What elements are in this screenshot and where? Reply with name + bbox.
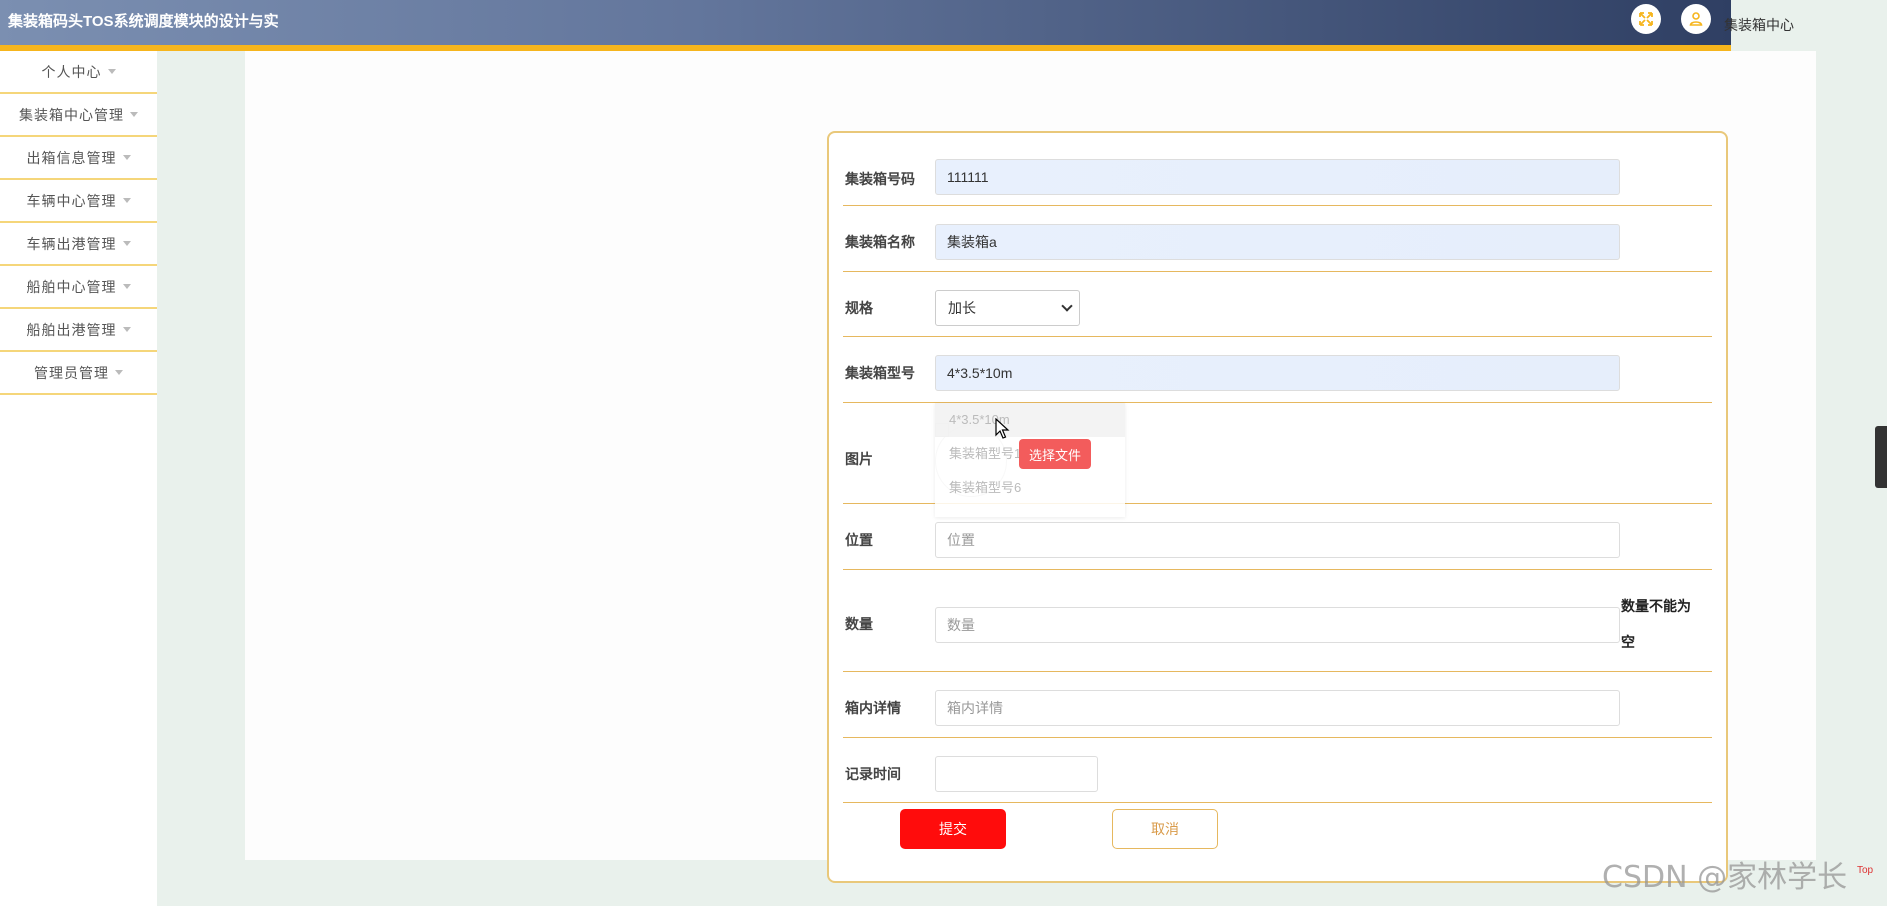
sidebar-item-personal-center[interactable]: 个人中心 xyxy=(0,51,157,94)
autocomplete-option[interactable]: 集装箱型号6 xyxy=(935,471,1125,505)
container-name-input[interactable] xyxy=(935,224,1620,260)
spec-select[interactable]: 加长 xyxy=(935,290,1080,326)
sidebar-item-label: 车辆中心管理 xyxy=(26,192,117,209)
form-row-record-time: 记录时间 xyxy=(843,738,1712,803)
caret-down-icon xyxy=(122,327,131,332)
caret-down-icon xyxy=(122,198,131,203)
field-label: 规格 xyxy=(845,300,873,316)
submit-button[interactable]: 提交 xyxy=(900,809,1006,849)
caret-down-icon xyxy=(122,284,131,289)
top-bar: 集装箱码头TOS系统调度模块的设计与实 xyxy=(0,0,1731,45)
fullscreen-button[interactable] xyxy=(1631,4,1661,34)
field-label: 集装箱型号 xyxy=(845,365,915,381)
app-title: 集装箱码头TOS系统调度模块的设计与实 xyxy=(8,13,279,30)
mouse-cursor-icon xyxy=(995,418,1010,439)
form-row-container-name: 集装箱名称 xyxy=(843,206,1712,272)
sidebar-item-label: 集装箱中心管理 xyxy=(19,106,124,123)
field-label: 位置 xyxy=(845,532,873,548)
form-row-container-code: 集装箱号码 xyxy=(843,133,1712,206)
sidebar-item-admin[interactable]: 管理员管理 xyxy=(0,352,157,395)
quantity-error-text: 数量不能为 xyxy=(1621,598,1691,614)
spec-selected-value: 加长 xyxy=(948,300,976,316)
expand-icon xyxy=(1639,12,1653,26)
field-label: 集装箱号码 xyxy=(845,171,915,187)
autocomplete-option[interactable]: 4*3.5*10m xyxy=(935,403,1125,437)
sidebar-item-label: 车辆出港管理 xyxy=(26,235,117,252)
field-label: 数量 xyxy=(845,616,873,632)
field-label: 集装箱名称 xyxy=(845,234,915,250)
form-row-model: 集装箱型号 xyxy=(843,337,1712,403)
form-row-details: 箱内详情 xyxy=(843,672,1712,738)
container-form: 集装箱号码 集装箱名称 规格 加长 集装箱型号 图片 4*3.5*10m 集装箱… xyxy=(827,131,1728,883)
watermark: CSDN @家林学长 xyxy=(1602,860,1848,895)
chevron-down-icon xyxy=(1061,300,1073,312)
quantity-input[interactable] xyxy=(935,607,1620,643)
user-icon xyxy=(1689,12,1703,26)
quantity-error-text-cont: 空 xyxy=(1621,634,1635,650)
sidebar-item-ship-departure[interactable]: 船舶出港管理 xyxy=(0,309,157,352)
back-to-top-button[interactable]: Top xyxy=(1851,865,1879,887)
sidebar-item-vehicle-departure[interactable]: 车辆出港管理 xyxy=(0,223,157,266)
caret-down-icon xyxy=(107,69,116,74)
side-drawer-handle[interactable] xyxy=(1875,426,1887,488)
caret-down-icon xyxy=(122,241,131,246)
field-label: 箱内详情 xyxy=(845,700,901,716)
container-model-input[interactable] xyxy=(935,355,1620,391)
caret-down-icon xyxy=(122,155,131,160)
sidebar-item-ship-center[interactable]: 船舶中心管理 xyxy=(0,266,157,309)
user-name-label: 集装箱中心 xyxy=(1724,17,1794,33)
field-label: 记录时间 xyxy=(845,766,901,782)
sidebar-item-label: 船舶出港管理 xyxy=(26,321,117,338)
container-code-input[interactable] xyxy=(935,159,1620,195)
main-panel: 集装箱号码 集装箱名称 规格 加长 集装箱型号 图片 4*3.5*10m 集装箱… xyxy=(245,51,1816,883)
field-label: 图片 xyxy=(845,451,873,467)
caret-down-icon xyxy=(115,370,123,375)
form-row-quantity: 数量 数量不能为 空 xyxy=(843,570,1712,672)
sidebar-item-vehicle-center[interactable]: 车辆中心管理 xyxy=(0,180,157,223)
user-button[interactable] xyxy=(1681,4,1711,34)
sidebar-item-label: 个人中心 xyxy=(41,63,102,80)
sidebar-item-outbound-info[interactable]: 出箱信息管理 xyxy=(0,137,157,180)
sidebar-item-container-center[interactable]: 集装箱中心管理 xyxy=(0,94,157,137)
cancel-button[interactable]: 取消 xyxy=(1112,809,1218,849)
caret-down-icon xyxy=(130,112,138,117)
sidebar: 个人中心 集装箱中心管理 出箱信息管理 车辆中心管理 车辆出港管理 船舶中心管理… xyxy=(0,51,157,906)
choose-file-button[interactable]: 选择文件 xyxy=(1019,439,1091,469)
sidebar-item-label: 船舶中心管理 xyxy=(26,278,117,295)
form-row-image: 图片 4*3.5*10m 集装箱型号1 集装箱型号6 选择文件 xyxy=(843,403,1712,517)
location-input[interactable] xyxy=(935,522,1620,558)
form-row-spec: 规格 加长 xyxy=(843,272,1712,337)
details-input[interactable] xyxy=(935,690,1620,726)
sidebar-item-label: 管理员管理 xyxy=(34,364,109,381)
sidebar-item-label: 出箱信息管理 xyxy=(26,149,117,166)
record-time-input[interactable] xyxy=(935,756,1098,792)
form-row-location: 位置 xyxy=(843,504,1712,570)
